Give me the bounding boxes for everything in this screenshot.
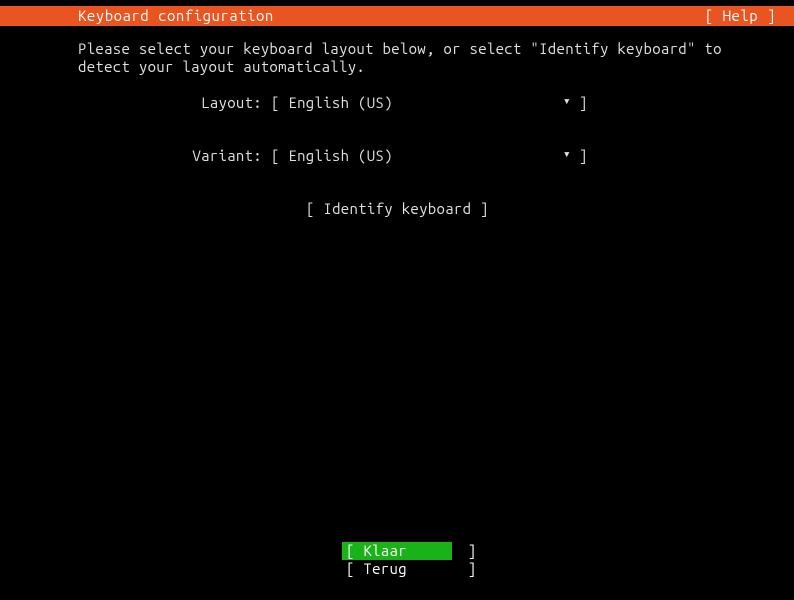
identify-keyboard-button[interactable]: [ Identify keyboard ] [78, 200, 794, 217]
variant-value: [ English (US) [271, 147, 393, 164]
layout-row: Layout: [ English (US) ▾ ] [78, 94, 794, 111]
done-button[interactable]: [ Klaar ] [342, 542, 452, 560]
instruction-line-1: Please select your keyboard layout below… [78, 40, 722, 57]
layout-value: [ English (US) [271, 94, 393, 111]
variant-bracket-close: ] [579, 147, 588, 164]
instruction-text: Please select your keyboard layout below… [78, 40, 794, 76]
layout-dropdown[interactable]: [ English (US) ▾ ] [271, 94, 588, 111]
instruction-line-2: detect your layout automatically. [78, 58, 365, 75]
layout-label: Layout: [78, 94, 271, 111]
variant-label: Variant: [78, 147, 271, 164]
variant-row: Variant: [ English (US) ▾ ] [78, 147, 794, 164]
header-bar: Keyboard configuration [ Help ] [0, 6, 794, 26]
main-content: Please select your keyboard layout below… [0, 26, 794, 217]
back-button[interactable]: [ Terug ] [342, 560, 452, 578]
layout-bracket-close: ] [579, 94, 588, 111]
page-title: Keyboard configuration [78, 6, 274, 26]
help-button[interactable]: [ Help ] [705, 6, 776, 26]
footer-buttons: [ Klaar ] [ Terug ] [0, 542, 794, 578]
identify-keyboard-label: [ Identify keyboard ] [306, 200, 489, 217]
variant-dropdown[interactable]: [ English (US) ▾ ] [271, 147, 588, 164]
chevron-down-icon: ▾ [563, 147, 571, 164]
chevron-down-icon: ▾ [563, 94, 571, 111]
